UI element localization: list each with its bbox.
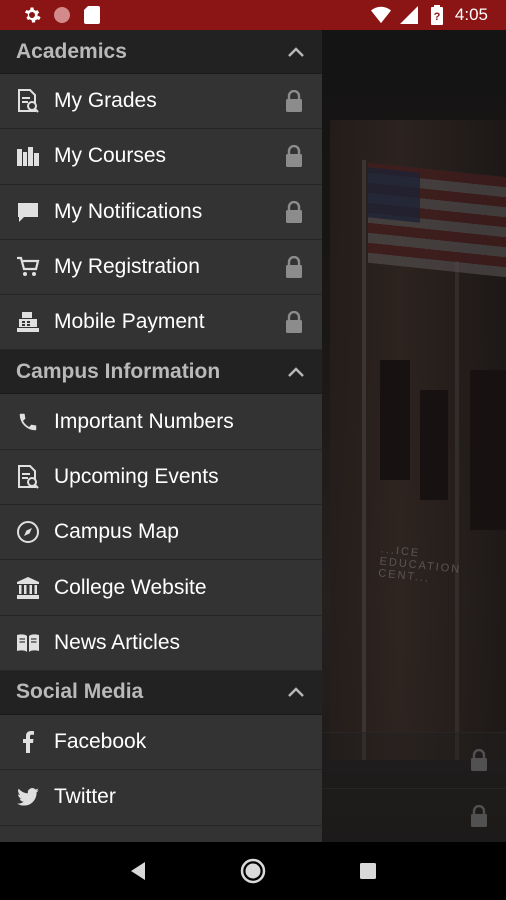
menu-item-label: College Website	[54, 575, 207, 599]
svg-text:?: ?	[434, 11, 441, 23]
section-header-campus-information[interactable]: Campus Information	[0, 350, 322, 395]
menu-item-news-articles[interactable]: News Articles	[0, 616, 322, 671]
chevron-up-icon[interactable]	[286, 682, 306, 702]
books-icon	[14, 142, 42, 170]
open-book-icon	[14, 629, 42, 657]
sd-card-icon	[82, 5, 102, 25]
menu-item-twitter[interactable]: Twitter	[0, 770, 322, 826]
menu-item-my-registration[interactable]: My Registration	[0, 240, 322, 296]
menu-item-label: Campus Map	[54, 520, 179, 544]
home-button[interactable]	[233, 851, 273, 891]
cash-register-icon	[14, 308, 42, 336]
menu-item-my-notifications[interactable]: My Notifications	[0, 185, 322, 240]
twitter-icon	[14, 783, 42, 811]
lock-icon	[284, 144, 304, 168]
back-button[interactable]	[118, 851, 158, 891]
institution-icon	[14, 574, 42, 602]
menu-item-label: My Grades	[54, 89, 157, 113]
menu-item-label: News Articles	[54, 630, 181, 654]
wifi-icon	[370, 5, 391, 25]
lock-icon	[284, 89, 304, 113]
clock: 4:05	[454, 5, 488, 24]
menu-item-mobile-payment[interactable]: Mobile Payment	[0, 295, 322, 351]
circle-icon	[52, 5, 72, 25]
menu-item-label: Twitter	[54, 785, 116, 809]
lock-icon	[284, 255, 304, 279]
phone-icon	[14, 408, 42, 436]
navigation-drawer: Academics My Grades My Courses My Notifi…	[0, 30, 322, 842]
section-header-social-media[interactable]: Social Media	[0, 670, 322, 715]
section-title: Campus Information	[16, 359, 221, 383]
chevron-up-icon[interactable]	[286, 362, 306, 382]
menu-item-label: Facebook	[54, 730, 147, 754]
menu-item-label: Upcoming Events	[54, 464, 219, 488]
menu-item-my-courses[interactable]: My Courses	[0, 129, 322, 185]
section-header-academics[interactable]: Academics	[0, 30, 322, 74]
menu-item-label: My Notifications	[54, 199, 203, 223]
chevron-up-icon[interactable]	[286, 42, 306, 62]
menu-item-facebook[interactable]: Facebook	[0, 715, 322, 771]
events-doc-icon	[14, 463, 42, 491]
facebook-icon	[14, 728, 42, 756]
lock-icon	[284, 200, 304, 224]
menu-item-college-website[interactable]: College Website	[0, 560, 322, 616]
section-title: Academics	[16, 39, 127, 63]
cart-icon	[14, 253, 42, 281]
section-title: Social Media	[16, 680, 144, 704]
grades-doc-icon	[14, 87, 42, 115]
menu-item-my-grades[interactable]: My Grades	[0, 74, 322, 130]
menu-item-upcoming-events[interactable]: Upcoming Events	[0, 450, 322, 506]
system-navigation-bar	[0, 842, 506, 900]
menu-item-label: My Registration	[54, 255, 200, 279]
menu-item-label: Mobile Payment	[54, 310, 205, 334]
lock-icon	[284, 310, 304, 334]
compass-icon	[14, 518, 42, 546]
menu-item-label: My Courses	[54, 144, 167, 168]
menu-item-label: Important Numbers	[54, 409, 234, 433]
signal-icon	[399, 5, 419, 25]
menu-item-campus-map[interactable]: Campus Map	[0, 505, 322, 561]
recents-button[interactable]	[348, 851, 388, 891]
menu-item-important-numbers[interactable]: Important Numbers	[0, 394, 322, 450]
chat-bubble-icon	[14, 198, 42, 226]
battery-icon: ?	[427, 5, 447, 25]
status-bar: ? 4:05	[0, 0, 506, 30]
gear-icon	[22, 5, 42, 25]
